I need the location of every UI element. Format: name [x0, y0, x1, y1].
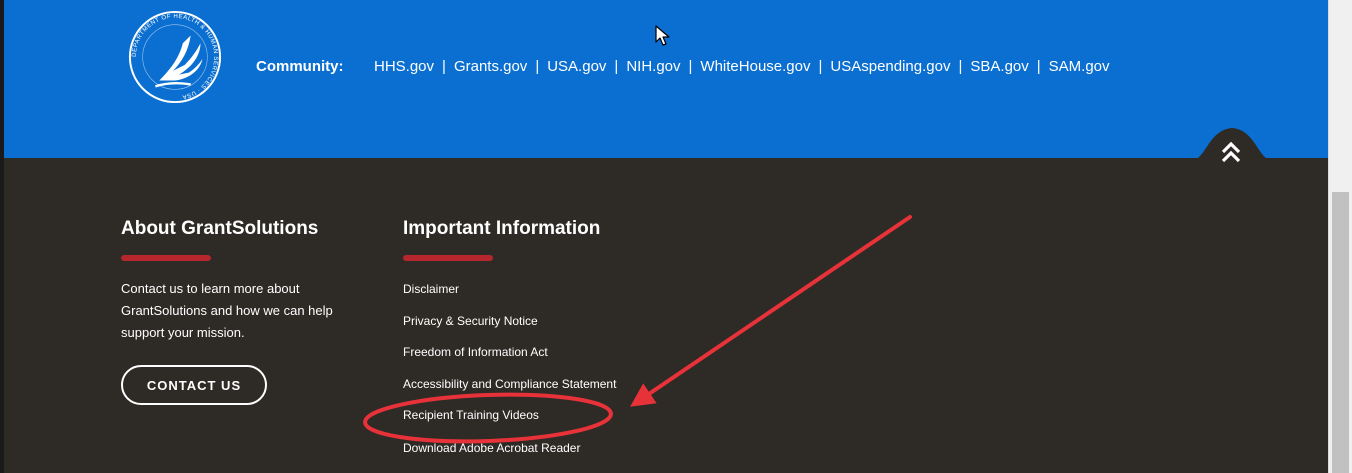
list-item: Privacy & Security Notice	[403, 313, 703, 345]
link-separator: |	[535, 58, 540, 75]
community-label: Community:	[256, 58, 344, 75]
community-link-nih[interactable]: NIH.gov	[626, 58, 680, 75]
vertical-scrollbar[interactable]	[1328, 0, 1352, 473]
download-acrobat-link[interactable]: Download Adobe Acrobat Reader	[403, 440, 580, 456]
foia-link[interactable]: Freedom of Information Act	[403, 345, 548, 359]
double-chevron-up-icon[interactable]	[1220, 140, 1242, 164]
important-info-column: Important Information Disclaimer Privacy…	[403, 217, 703, 439]
link-separator: |	[442, 58, 446, 75]
link-separator: |	[1036, 58, 1041, 75]
about-heading: About GrantSolutions	[121, 218, 319, 239]
link-separator: |	[818, 58, 823, 75]
disclaimer-link[interactable]: Disclaimer	[403, 282, 459, 296]
about-heading-underline	[121, 255, 211, 261]
privacy-security-link[interactable]: Privacy & Security Notice	[403, 314, 538, 328]
community-link-whitehouse[interactable]: WhiteHouse.gov	[700, 58, 810, 75]
seal-ring-text: DEPARTMENT OF HEALTH & HUMAN SERVICES · …	[132, 14, 218, 100]
important-info-heading-underline	[403, 255, 493, 261]
list-item: Accessibility and Compliance Statement	[403, 376, 703, 408]
page-frame: DEPARTMENT OF HEALTH & HUMAN SERVICES · …	[0, 0, 1352, 473]
link-separator: |	[614, 58, 619, 75]
list-item: Recipient Training Videos	[403, 407, 703, 439]
about-text: Contact us to learn more about GrantSolu…	[121, 281, 333, 340]
community-link-grants[interactable]: Grants.gov	[454, 58, 527, 75]
community-links: HHS.gov | Grants.gov | USA.gov | NIH.gov | White…	[374, 57, 1110, 77]
recipient-training-videos-link[interactable]: Recipient Training Videos	[403, 408, 539, 422]
accessibility-link[interactable]: Accessibility and Compliance Statement	[403, 377, 616, 391]
link-separator: |	[958, 58, 963, 75]
community-link-hhs[interactable]: HHS.gov	[374, 58, 434, 75]
mouse-cursor-icon	[655, 25, 670, 46]
about-column: About GrantSolutions Contact us to learn…	[121, 217, 381, 405]
contact-us-button[interactable]: CONTACT US	[121, 365, 267, 405]
community-link-sba[interactable]: SBA.gov	[970, 58, 1028, 75]
scrollbar-thumb[interactable]	[1332, 192, 1349, 473]
community-link-usaspending[interactable]: USAspending.gov	[830, 58, 950, 75]
list-item: Disclaimer	[403, 281, 703, 313]
hhs-seal-icon[interactable]: DEPARTMENT OF HEALTH & HUMAN SERVICES · …	[126, 8, 224, 106]
list-item: Freedom of Information Act	[403, 344, 703, 376]
link-separator: |	[688, 58, 693, 75]
important-info-heading: Important Information	[403, 218, 601, 239]
important-info-list: Disclaimer Privacy & Security Notice Fre…	[403, 281, 703, 439]
community-link-sam[interactable]: SAM.gov	[1049, 58, 1110, 75]
svg-text:DEPARTMENT OF HEALTH & HUMAN S: DEPARTMENT OF HEALTH & HUMAN SERVICES · …	[132, 14, 219, 100]
community-link-usa[interactable]: USA.gov	[547, 58, 606, 75]
